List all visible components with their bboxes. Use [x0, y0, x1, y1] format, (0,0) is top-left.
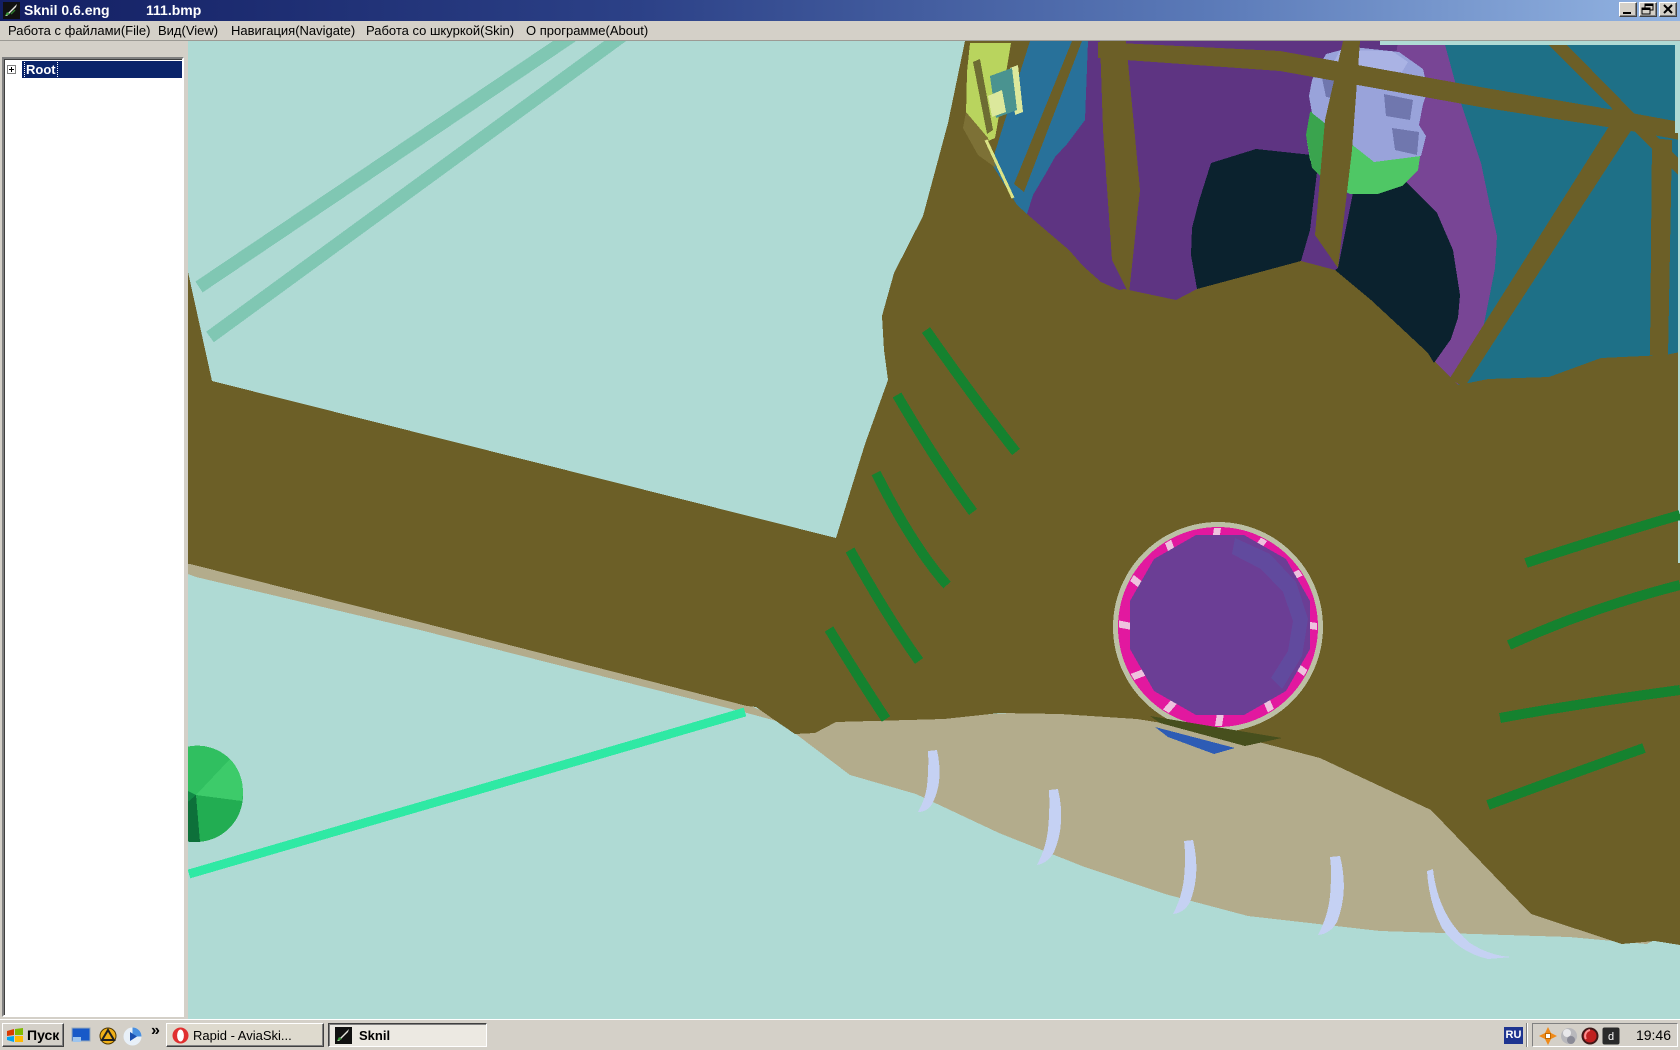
svg-text:d: d	[1608, 1031, 1614, 1043]
